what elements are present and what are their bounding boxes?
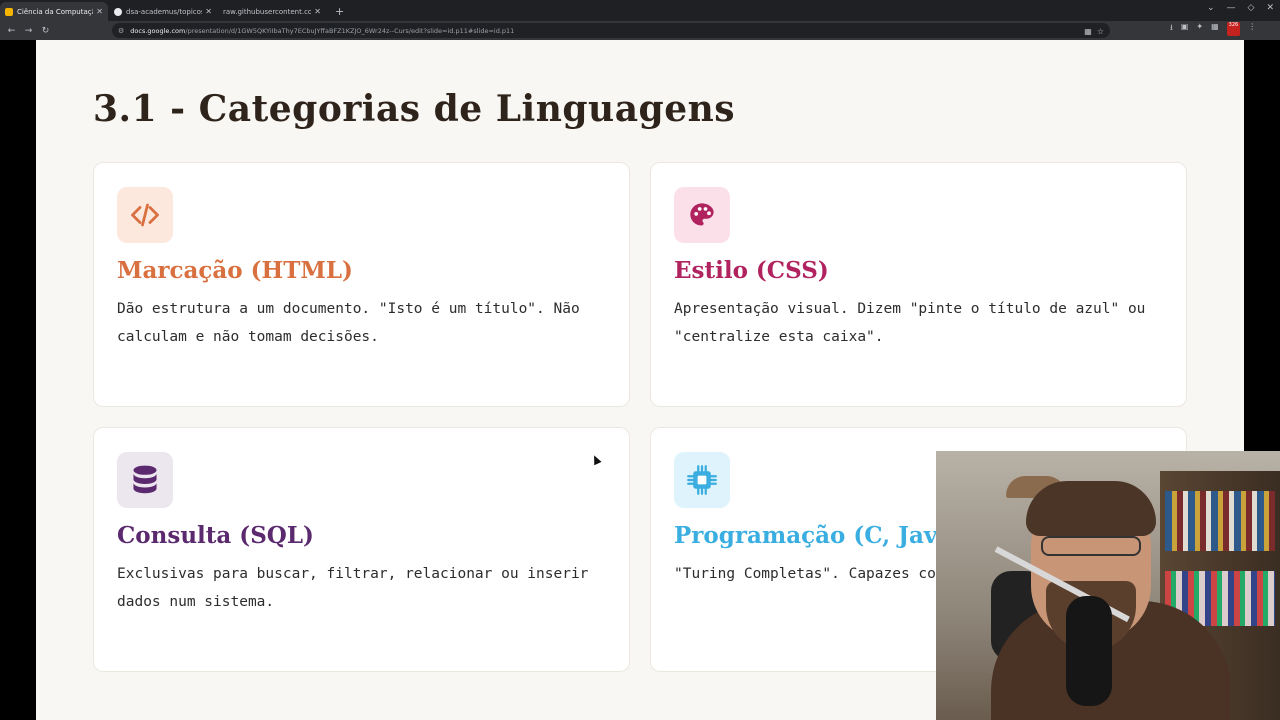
slide-title: 3.1 - Categorias de Linguagens [93, 88, 736, 130]
site-info-icon[interactable]: ⚙ [118, 27, 124, 35]
browser-tab-2[interactable]: dsa-academus/topicos/dy ✕ [109, 2, 217, 21]
back-icon[interactable]: ← [3, 26, 20, 36]
extension-icons: ⭳ ▣ ✦ ▦ 326 ⋮ [1170, 22, 1256, 36]
card-title: Marcação (HTML) [117, 257, 353, 284]
card-title: Consulta (SQL) [117, 522, 314, 549]
maximize-icon[interactable]: ◇ [1248, 3, 1255, 13]
download-icon[interactable]: ⭳ [1170, 22, 1173, 36]
address-bar[interactable]: ⚙ docs.google.com /presentation/d/1GW5QK… [112, 23, 1110, 38]
browser-tab-bar: Ciência da Computação: Fi ✕ dsa-academus… [0, 0, 1280, 21]
window-controls: ⌄ — ◇ ✕ [1207, 3, 1274, 13]
card-title: Programação (C, Jav [674, 522, 938, 549]
card-style: Estilo (CSS) Apresentação visual. Dizem … [650, 162, 1187, 407]
tab-title: Ciência da Computação: Fi [17, 7, 93, 16]
card-description: Dão estrutura a um documento. "Isto é um… [117, 301, 580, 345]
close-tab-icon[interactable]: ✕ [314, 7, 321, 16]
tab-search-icon[interactable]: ⌄ [1207, 3, 1215, 13]
puzzle-icon[interactable]: ✦ [1196, 22, 1203, 36]
palette-icon [674, 187, 730, 243]
close-window-icon[interactable]: ✕ [1266, 3, 1274, 13]
card-title: Estilo (CSS) [674, 257, 829, 284]
bookmark-star-icon[interactable]: ☆ [1097, 27, 1104, 36]
apps-icon[interactable]: ▦ [1084, 27, 1092, 36]
code-icon [117, 187, 173, 243]
card-description: Exclusivas para buscar, filtrar, relacio… [117, 566, 589, 610]
webcam-overlay [936, 451, 1280, 720]
database-icon [117, 452, 173, 508]
card-description: Apresentação visual. Dizem "pinte o títu… [674, 301, 1146, 345]
extension-badge[interactable]: 326 [1226, 22, 1241, 36]
browser-toolbar: ← → ↻ ⚙ docs.google.com /presentation/d/… [0, 21, 1280, 40]
url-host: docs.google.com [130, 26, 186, 35]
new-tab-icon[interactable]: + [335, 2, 344, 21]
glasses [1041, 536, 1141, 556]
browser-tab-3[interactable]: raw.githubusercontent.com/r ✕ [218, 2, 326, 21]
browser-tab-1[interactable]: Ciência da Computação: Fi ✕ [0, 2, 108, 21]
reload-icon[interactable]: ↻ [37, 26, 54, 36]
menu-icon[interactable]: ⋮ [1248, 22, 1256, 36]
close-tab-icon[interactable]: ✕ [96, 7, 103, 16]
close-tab-icon[interactable]: ✕ [205, 7, 212, 16]
card-markup: Marcação (HTML) Dão estrutura a um docum… [93, 162, 630, 407]
card-query: Consulta (SQL) Exclusivas para buscar, f… [93, 427, 630, 672]
slides-favicon-icon [5, 7, 13, 16]
minimize-icon[interactable]: — [1227, 3, 1236, 13]
tab-title: raw.githubusercontent.com/r [223, 7, 312, 16]
books [1165, 491, 1275, 551]
microphone [1066, 596, 1112, 706]
chip-icon [674, 452, 730, 508]
github-favicon-icon [114, 7, 122, 16]
presenter-hair [1026, 481, 1156, 536]
url-path: /presentation/d/1GW5QKYiIbaThy7ECbuJYffa… [185, 26, 515, 35]
grid-icon[interactable]: ▦ [1211, 22, 1219, 36]
forward-icon[interactable]: → [20, 26, 37, 36]
extension-icon[interactable]: ▣ [1181, 22, 1189, 36]
tab-title: dsa-academus/topicos/dy [126, 7, 202, 16]
omnibox-actions: ▦ ☆ [1084, 27, 1104, 36]
